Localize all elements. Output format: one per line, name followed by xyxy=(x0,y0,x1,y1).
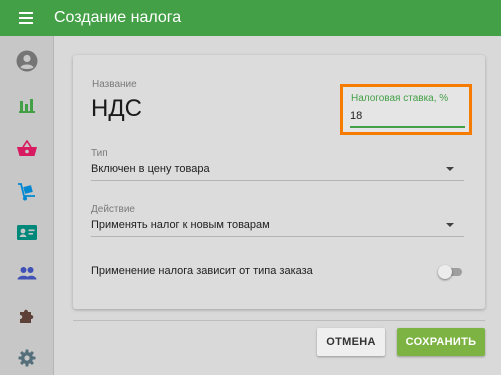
tax-rate-underline xyxy=(350,126,465,128)
name-label: Название xyxy=(92,79,137,90)
sidebar-item-contacts[interactable] xyxy=(0,217,54,247)
account-circle-icon xyxy=(16,50,38,72)
sidebar-item-apps[interactable] xyxy=(0,301,54,331)
bar-chart-icon xyxy=(19,99,35,113)
puzzle-icon xyxy=(20,309,34,323)
sidebar-item-warehouse[interactable] xyxy=(0,177,54,207)
gear-icon xyxy=(18,349,36,367)
type-select[interactable]: Включен в цену товара xyxy=(91,163,210,175)
action-label: Действие xyxy=(91,204,135,215)
sidebar-item-reports[interactable] xyxy=(0,90,54,120)
action-dropdown-arrow-icon[interactable] xyxy=(446,223,454,227)
menu-icon xyxy=(19,12,33,24)
type-underline xyxy=(91,180,464,181)
sidebar-item-employees[interactable] xyxy=(0,258,54,288)
order-type-toggle[interactable] xyxy=(438,265,464,279)
sidebar-item-settings[interactable] xyxy=(0,343,54,373)
app-bar: Создание налога xyxy=(0,0,501,36)
menu-button[interactable] xyxy=(8,0,44,36)
tax-rate-label: Налоговая ставка, % xyxy=(351,93,449,104)
cancel-button[interactable]: ОТМЕНА xyxy=(317,328,385,356)
people-icon xyxy=(17,267,37,280)
actions-divider xyxy=(73,320,485,321)
sidebar xyxy=(0,36,54,375)
contact-card-icon xyxy=(17,224,37,240)
tax-rate-input[interactable]: 18 xyxy=(350,110,362,122)
page-title: Создание налога xyxy=(54,9,182,26)
toggle-knob xyxy=(438,265,452,279)
action-underline xyxy=(91,236,464,237)
shopping-basket-icon xyxy=(17,139,37,156)
sidebar-item-sales[interactable] xyxy=(0,133,54,163)
order-type-toggle-label: Применение налога зависит от типа заказа xyxy=(91,265,313,277)
name-input[interactable]: НДС xyxy=(91,95,142,123)
type-dropdown-arrow-icon[interactable] xyxy=(446,167,454,171)
sidebar-item-profile[interactable] xyxy=(0,46,54,76)
dolly-cart-icon xyxy=(18,183,35,201)
type-label: Тип xyxy=(91,148,108,159)
save-button[interactable]: СОХРАНИТЬ xyxy=(397,328,485,356)
action-select[interactable]: Применять налог к новым товарам xyxy=(91,219,270,231)
